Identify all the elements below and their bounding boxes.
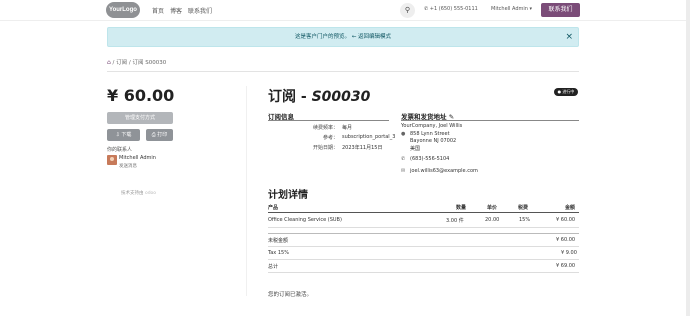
salesperson-name: Mitchell Admin xyxy=(119,155,156,161)
odoo-brand[interactable]: odoo xyxy=(145,191,156,196)
user-name: Mitchell Admin xyxy=(491,6,528,12)
scrollbar[interactable] xyxy=(686,0,690,316)
row-amount: ¥ 60.00 xyxy=(556,217,576,223)
manage-payment-button[interactable]: 管理支付方式 xyxy=(107,112,173,124)
title-prefix: 订阅 - xyxy=(268,89,312,105)
total-value: ¥ 69.00 xyxy=(556,263,576,269)
tax-label: Tax 15% xyxy=(268,250,289,256)
map-marker-icon: ● xyxy=(401,131,406,137)
info-value-reference: subscription_portal_3 xyxy=(342,134,396,140)
close-icon[interactable]: × xyxy=(565,28,573,46)
row-price: 20.00 xyxy=(485,217,500,223)
print-button[interactable]: ⎙ 打印 xyxy=(146,129,173,141)
total-label: 总计 xyxy=(268,264,279,270)
powered-by: 技术支持由 odoo xyxy=(121,190,156,196)
row-tax: 15% xyxy=(519,217,531,223)
totals-line xyxy=(268,259,579,260)
col-price: 单价 xyxy=(487,205,498,211)
phone-icon: ✆ xyxy=(401,156,406,162)
search-icon[interactable]: ⚲ xyxy=(400,3,415,18)
info-value-renewal: 每月 xyxy=(342,125,353,131)
avatar xyxy=(107,155,117,165)
info-heading-line xyxy=(268,120,389,121)
col-amount: 金额 xyxy=(565,205,576,211)
row-line xyxy=(268,227,579,228)
info-label-renewal: 续费频率： xyxy=(312,125,338,131)
send-message-link[interactable]: 发送消息 xyxy=(119,163,137,169)
powered-by-text: 技术支持由 xyxy=(121,191,144,196)
untaxed-label: 未税金额 xyxy=(268,238,289,244)
print-icon: ⎙ xyxy=(151,132,156,138)
customer-email: joel.willis63@example.com xyxy=(410,168,478,174)
address-heading-line xyxy=(401,120,579,121)
subscription-status-message: 您的订阅已激活。 xyxy=(268,292,313,298)
phone-link[interactable]: ✆ +1 (650) 555-0111 xyxy=(424,6,478,12)
print-label: 打印 xyxy=(157,132,168,138)
address-name: YourCompany, Joel Willis xyxy=(401,123,463,129)
subscription-number: S00030 xyxy=(311,89,371,105)
info-label-reference: 参考： xyxy=(322,135,338,141)
download-button[interactable]: ⇩ 下载 xyxy=(107,129,140,141)
back-to-edit-link[interactable]: ← 返回编辑模式 xyxy=(352,34,391,40)
divider xyxy=(107,71,579,72)
col-tax: 税费 xyxy=(518,205,529,211)
page-title: 订阅 - S00030 xyxy=(268,86,370,106)
nav-blog[interactable]: 博客 xyxy=(170,6,182,15)
plan-title: 计划详情 xyxy=(268,190,308,201)
tax-value: ¥ 9.00 xyxy=(561,250,577,256)
breadcrumb-current: 订阅 S00030 xyxy=(132,60,167,66)
info-value-start: 2023年11月15日 xyxy=(342,145,383,151)
envelope-icon: ✉ xyxy=(401,168,406,174)
preview-alert: 这是客户门户的预览。 ← 返回编辑模式 × xyxy=(107,27,579,47)
untaxed-value: ¥ 60.00 xyxy=(556,237,576,243)
totals-line xyxy=(268,246,579,247)
download-icon: ⇩ xyxy=(115,132,120,138)
customer-phone: (683)-556-5104 xyxy=(410,156,450,162)
column-divider xyxy=(246,86,247,296)
breadcrumb: ⌂ / 订阅 / 订阅 S00030 xyxy=(107,59,167,66)
table-header-line xyxy=(268,212,579,213)
nav-contact[interactable]: 联系我们 xyxy=(188,6,212,15)
salesperson-label: 你的联系人 xyxy=(107,147,133,153)
col-product: 产品 xyxy=(268,205,279,211)
row-product: Office Cleaning Service (SUB) xyxy=(268,217,342,223)
top-navbar: YourLogo 首页 博客 联系我们 ⚲ ✆ +1 (650) 555-011… xyxy=(0,0,690,21)
address-street: 858 Lynn Street xyxy=(410,131,450,137)
address-city: Bayonne NJ 07002 xyxy=(410,138,457,144)
totals-bottom-line xyxy=(268,272,579,273)
breadcrumb-subscriptions[interactable]: 订阅 xyxy=(116,60,127,66)
nav-home[interactable]: 首页 xyxy=(152,6,164,15)
user-menu[interactable]: Mitchell Admin ▾ xyxy=(491,6,532,12)
row-qty: 3.00 件 xyxy=(446,218,464,224)
phone-number: +1 (650) 555-0111 xyxy=(429,6,478,12)
totals-top-line xyxy=(268,233,579,234)
home-icon[interactable]: ⌂ xyxy=(107,59,111,66)
download-label: 下载 xyxy=(121,132,132,138)
company-logo[interactable]: YourLogo xyxy=(106,2,140,18)
status-badge: ● 进行中 xyxy=(554,88,578,96)
total-amount: ¥ 60.00 xyxy=(107,86,175,105)
alert-text: 这是客户门户的预览。 xyxy=(294,34,350,40)
info-label-start: 开始日期： xyxy=(312,145,338,151)
address-country: 美国 xyxy=(410,146,421,152)
contact-us-button[interactable]: 联系我们 xyxy=(541,3,580,17)
col-qty: 数量 xyxy=(456,205,467,211)
